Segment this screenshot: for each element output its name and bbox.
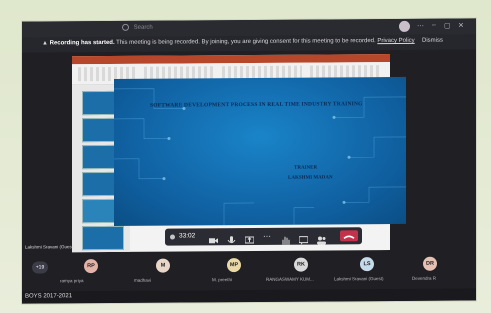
participant-initials: DR [426,260,434,267]
share-screen-icon[interactable] [244,232,255,244]
recording-dot-icon [170,234,175,240]
participant-initials: MP [229,262,239,269]
laptop-screen: Search ⋯ – ▢ ✕ ▲ Recording has started. … [22,18,476,304]
camera-icon[interactable] [209,232,218,244]
slide-trainer-name: LAKSHMI MADAN [288,175,333,181]
recording-text: This meeting is being recorded. By joini… [114,38,376,46]
more-participants-badge[interactable]: +19 [32,261,48,274]
more-actions-icon[interactable]: ⋯ [263,232,272,241]
mic-icon[interactable] [227,232,236,244]
participant-name: RANGASWAMY KUM... [266,276,314,282]
participant-avatar[interactable]: RK [294,257,308,272]
meeting-toolbar: 33:02 ⋯ [165,227,362,246]
participant-name: Devendra R [412,275,437,281]
participant-name: M. preethi [212,277,233,283]
participant-avatar[interactable]: LS [360,257,374,272]
privacy-policy-link[interactable]: Privacy Policy [377,38,414,44]
presentation-slide: SOFTWARE DEVELOPMENT PROCESS IN REAL TIM… [114,76,406,226]
more-options-icon[interactable]: ⋯ [417,22,424,30]
raise-hand-icon[interactable] [281,232,290,245]
minimize-icon[interactable]: – [432,22,436,29]
warning-icon: ▲ [42,40,50,47]
recording-message: ▲ Recording has started. This meeting is… [42,38,415,47]
search-box[interactable]: Search [122,23,153,34]
participant-initials: M [160,262,166,269]
close-icon[interactable]: ✕ [458,21,464,29]
participant-avatar[interactable]: RP [84,259,98,274]
participants-icon[interactable] [317,231,326,245]
participant-name: ramya priya [60,278,84,284]
slide-trainer-label: TRAINER [294,165,318,171]
taskbar-label: BOYS 2017-2021 [25,293,73,300]
maximize-icon[interactable]: ▢ [444,22,451,30]
participant-avatar[interactable]: MP [227,258,241,273]
slide-thumbnail[interactable] [82,225,124,251]
participant-initials: LS [363,261,371,268]
presenter-label: Lakshmi Sravani (Guest) [25,244,75,250]
participant-name: madhavi [134,277,152,283]
search-placeholder: Search [133,24,153,31]
participant-name: Lakshmi Sravani (Guest) [334,276,384,282]
leave-call-button[interactable] [340,230,358,242]
participant-avatar[interactable]: M [156,258,170,273]
chat-icon[interactable] [298,232,309,245]
avatar[interactable] [399,20,410,32]
participant-initials: RK [297,261,305,268]
participant-initials: RP [87,263,95,270]
participant-avatar[interactable]: DR [423,256,437,271]
dismiss-button[interactable]: Dismiss [422,38,443,44]
circuit-pattern [114,88,406,226]
search-icon [122,23,129,31]
recording-lead: Recording has started. [49,39,115,47]
recording-banner: ▲ Recording has started. This meeting is… [22,34,476,53]
meeting-timer: 33:02 [179,232,196,240]
